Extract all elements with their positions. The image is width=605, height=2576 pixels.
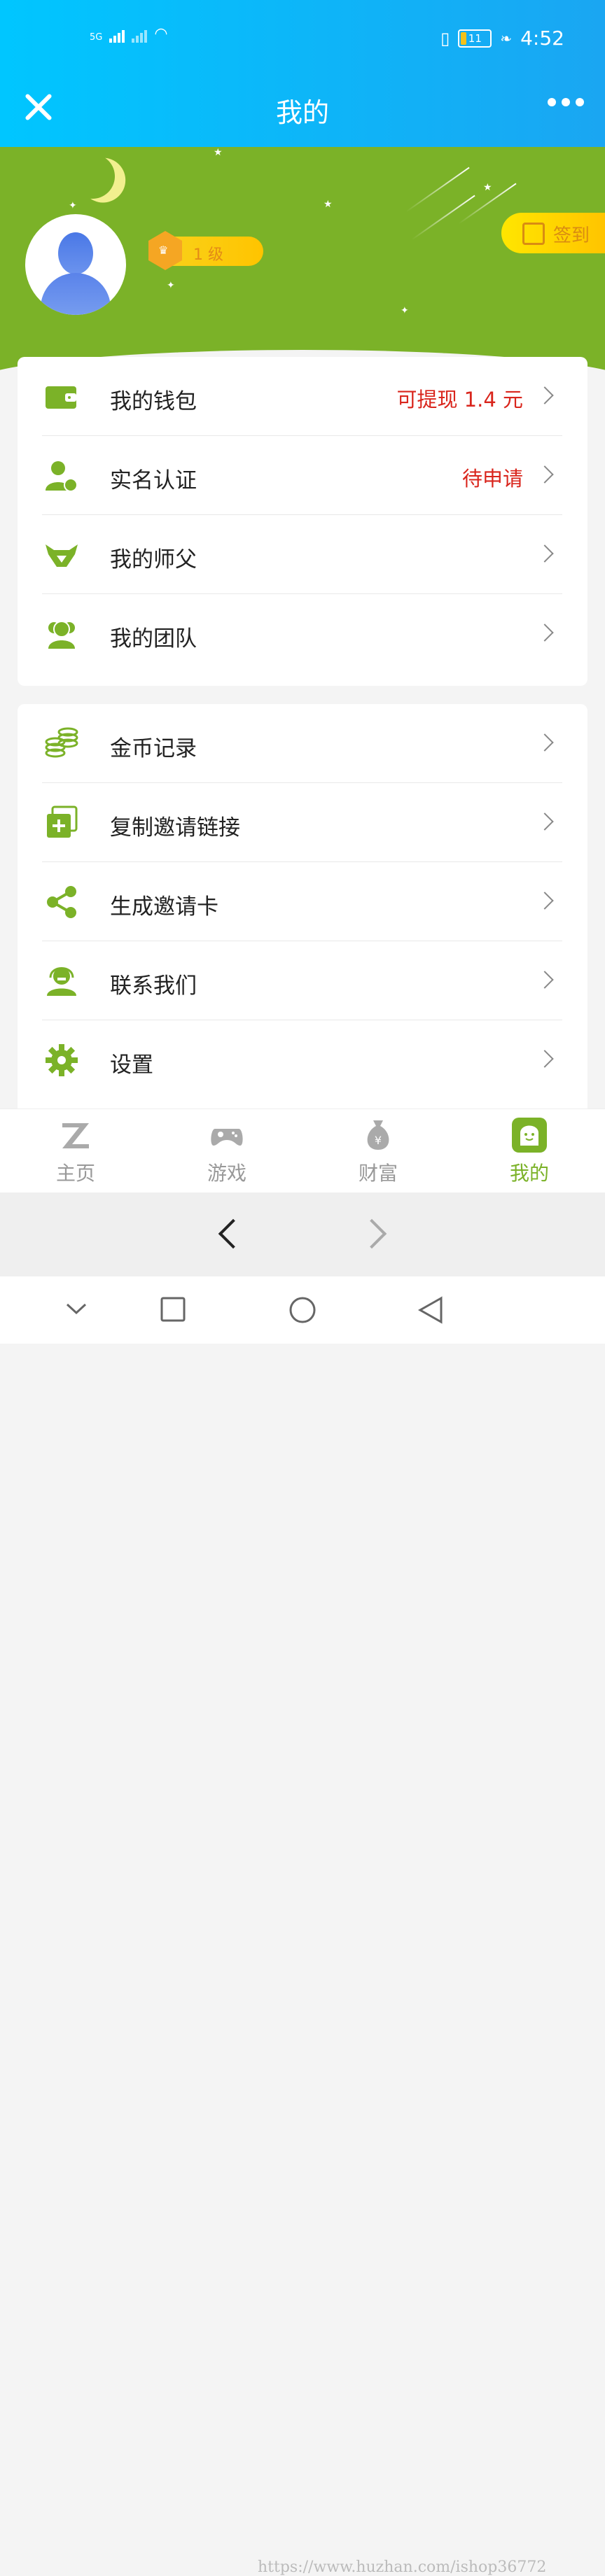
menu-item-invite-card[interactable]: 生成邀请卡 [18,862,587,941]
menu-label: 设置 [110,1053,153,1078]
menu-item-team[interactable]: 我的团队 [18,594,587,673]
page-title: 我的 [275,97,329,128]
recents-square-icon[interactable] [160,1296,186,1323]
back-arrow-icon[interactable] [218,1218,249,1249]
watermark-text: https://www.huzhan.com/ishop36772 [258,2559,547,2576]
menu-item-copy-invite-link[interactable]: 复制邀请链接 [18,783,587,862]
chevron-right-icon [536,733,554,752]
signal-icon-2 [132,30,148,43]
master-icon [46,544,78,567]
menu-label: 生成邀请卡 [110,894,218,920]
star-icon: ✦ [401,305,409,316]
chevron-right-icon [536,465,554,484]
tab-label: 主页 [55,1162,95,1185]
menu-label: 我的团队 [110,626,197,652]
wallet-balance: 可提现 1.4 元 [396,388,523,411]
browser-nav-bar [0,1192,605,1276]
gamepad-icon [211,1129,243,1146]
menu-label: 我的师父 [110,547,197,572]
home-circle-icon[interactable] [288,1296,317,1324]
chevron-right-icon [536,544,554,563]
level-badge: ♛ 1 级 [148,231,263,270]
copy-link-icon [47,805,78,838]
chevron-right-icon [536,812,554,831]
star-icon: ✦ [167,280,175,291]
star-icon: ★ [483,182,492,193]
chevron-right-icon [536,892,554,910]
battery-level: 11 [468,31,482,45]
signin-button[interactable]: 签到 [501,213,605,253]
support-icon [47,967,76,996]
money-bag-icon: ¥ [367,1120,389,1150]
chevron-right-icon [536,624,554,642]
star-icon: ★ [324,199,333,210]
menu-card-account: 我的钱包 可提现 1.4 元 实名认证 待申请 我的师父 我的团队 [18,357,587,686]
chevron-right-icon [536,971,554,989]
tab-wealth[interactable]: ¥ 财富 [302,1109,454,1193]
battery-icon: 11 [458,29,492,48]
svg-text:¥: ¥ [375,1134,382,1147]
menu-item-settings[interactable]: 设置 [18,1020,587,1099]
system-nav-bar: https://www.huzhan.com/ishop36772 [0,1276,605,2576]
coins-icon [45,727,78,758]
clock: 4:52 [520,27,564,50]
profile-hero: ★ ★ ★ ✦ ✦ ✦ ♛ 1 级 签到 [0,147,605,371]
verification-status: 待申请 [461,467,523,491]
profile-icon [512,1118,547,1153]
forward-arrow-icon[interactable] [356,1218,387,1249]
vibrate-icon: ▯ [440,28,450,48]
chevron-right-icon [536,386,554,404]
menu-item-master[interactable]: 我的师父 [18,515,587,594]
chevron-right-icon [536,1050,554,1068]
tab-label: 财富 [358,1162,398,1185]
menu-label: 我的钱包 [110,389,197,414]
leaf-icon: ❧ [500,29,513,47]
level-text: 1 级 [193,246,223,264]
tab-games[interactable]: 游戏 [151,1109,302,1193]
menu-item-verification[interactable]: 实名认证 待申请 [18,436,587,515]
signal-icon [109,30,125,43]
menu-label: 复制邀请链接 [110,815,240,840]
menu-label: 金币记录 [110,736,197,761]
back-triangle-icon[interactable] [417,1296,444,1324]
signal-indicators: 5G ◠ [90,25,168,43]
wallet-icon [46,386,76,409]
crown-icon: ♛ [148,231,182,270]
avatar[interactable] [25,214,126,315]
menu-label: 联系我们 [110,973,197,999]
share-icon [47,886,76,918]
user-verify-icon [46,461,78,492]
tab-label: 游戏 [207,1162,246,1185]
star-icon: ✦ [69,200,77,211]
menu-item-coin-records[interactable]: 金币记录 [18,704,587,783]
wifi-icon: ◠ [154,25,168,43]
team-icon [48,621,75,649]
menu-item-wallet[interactable]: 我的钱包 可提现 1.4 元 [18,357,587,436]
tab-label: 我的 [509,1162,549,1185]
bottom-tab-bar: 主页 游戏 ¥ 财富 我的 [0,1108,605,1193]
menu-item-contact[interactable]: 联系我们 [18,941,587,1020]
gear-icon [46,1044,78,1076]
chevron-down-icon[interactable] [64,1296,88,1320]
home-z-icon [62,1123,89,1148]
more-icon[interactable] [548,98,584,106]
signin-label: 签到 [553,225,590,246]
moon-icon [67,150,118,202]
status-bar: 5G ◠ ▯ 11 ❧ 4:52 [0,0,605,77]
menu-card-actions: 金币记录 复制邀请链接 生成邀请卡 联系我们 设置 [18,704,587,1108]
top-header: 我的 [0,77,605,147]
menu-label: 实名认证 [110,468,197,493]
calendar-icon [522,223,545,245]
star-icon: ★ [214,147,223,158]
tab-profile[interactable]: 我的 [454,1109,605,1193]
network-type: 5G [90,32,103,43]
tab-home[interactable]: 主页 [0,1109,151,1193]
